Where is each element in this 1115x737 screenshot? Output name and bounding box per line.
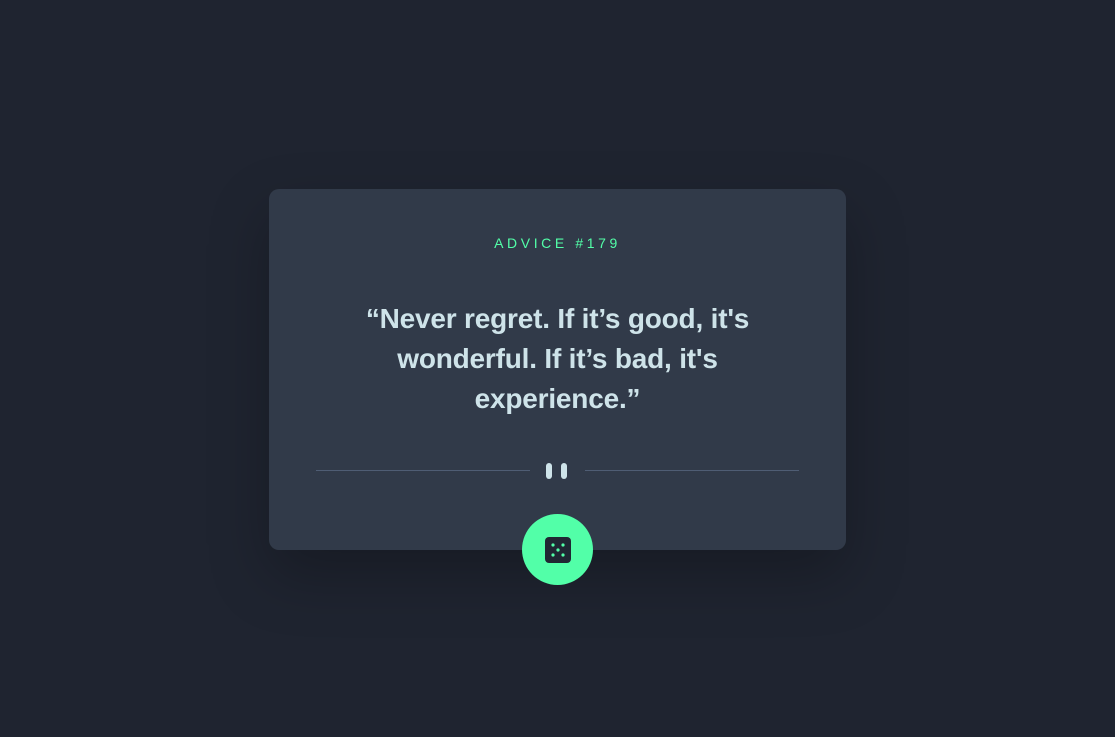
divider-line-right	[585, 470, 799, 471]
advice-quote: “Never regret. If it’s good, it's wonder…	[365, 303, 750, 414]
advice-id-label: ADVICE #179	[494, 235, 621, 251]
dice-icon	[544, 536, 571, 563]
divider	[316, 461, 799, 481]
pause-icon	[546, 461, 570, 481]
divider-line-left	[316, 470, 530, 471]
generate-advice-button[interactable]	[522, 514, 593, 585]
advice-card: ADVICE #179 “Never regret. If it’s good,…	[269, 189, 846, 550]
